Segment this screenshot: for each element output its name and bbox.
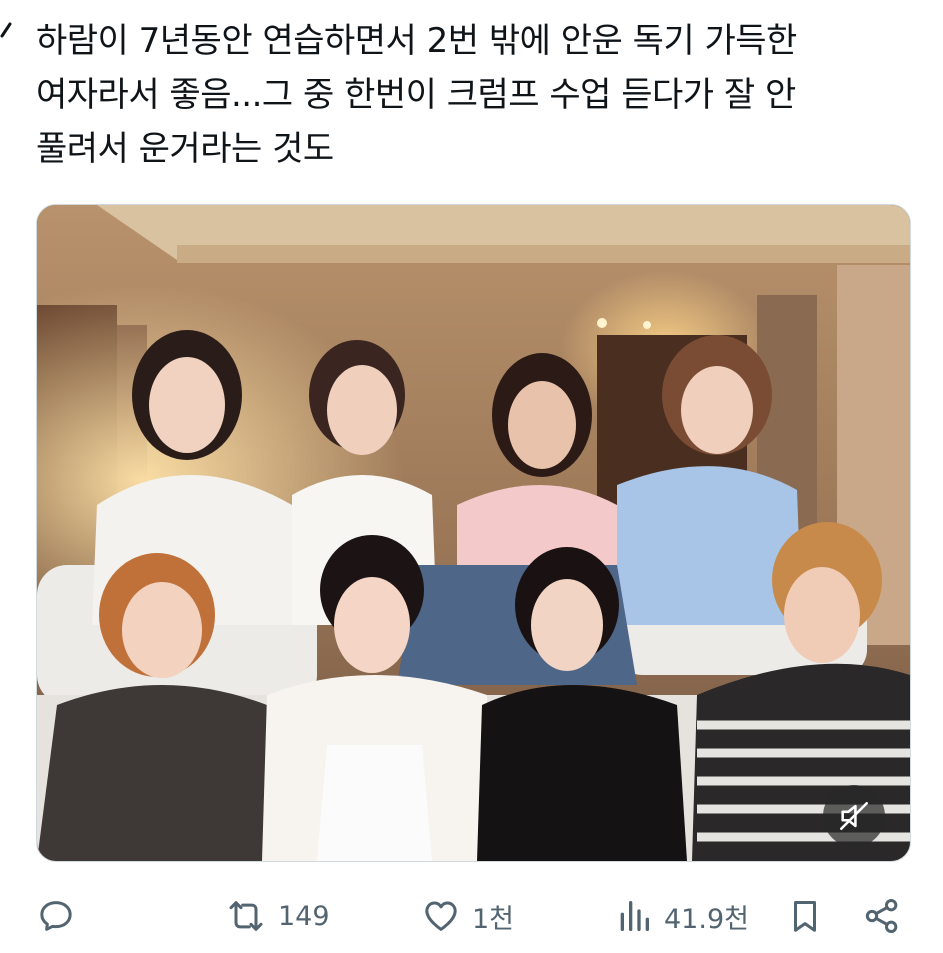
- mute-toggle-button[interactable]: [823, 785, 885, 847]
- bookmark-icon: [793, 901, 817, 932]
- video-frame: [37, 205, 910, 861]
- share-button[interactable]: [862, 888, 902, 944]
- repost-count: 149: [278, 900, 330, 932]
- reply-icon: [40, 901, 72, 931]
- post-text-line-1: 하람이 7년동안 연습하면서 2번 밖에 안운 독기 가득한: [36, 21, 797, 61]
- views-button[interactable]: 41.9천: [614, 888, 749, 944]
- repost-button[interactable]: 149: [224, 888, 330, 944]
- post-text-line-3: 풀려서 운거라는 것도: [36, 129, 334, 169]
- views-chart-icon: [620, 901, 649, 931]
- bookmark-button[interactable]: [786, 888, 824, 944]
- like-button[interactable]: 1천: [420, 888, 514, 944]
- heart-icon: [425, 901, 457, 931]
- thread-connector-icon: [0, 22, 12, 38]
- speaker-muted-icon: [839, 801, 869, 831]
- post-text-line-2: 여자라서 좋음...그 중 한번이 크럼프 수업 듣다가 잘 안: [36, 75, 796, 115]
- post-text: 하람이 7년동안 연습하면서 2번 밖에 안운 독기 가득한 여자라서 좋음..…: [36, 14, 916, 176]
- repost-icon: [229, 901, 263, 931]
- reply-button[interactable]: [36, 888, 76, 944]
- views-count: 41.9천: [664, 903, 749, 935]
- post-action-bar: 149 1천 41.9천: [0, 888, 943, 948]
- share-icon: [865, 899, 898, 933]
- like-count: 1천: [472, 903, 515, 935]
- video-player[interactable]: [36, 204, 911, 862]
